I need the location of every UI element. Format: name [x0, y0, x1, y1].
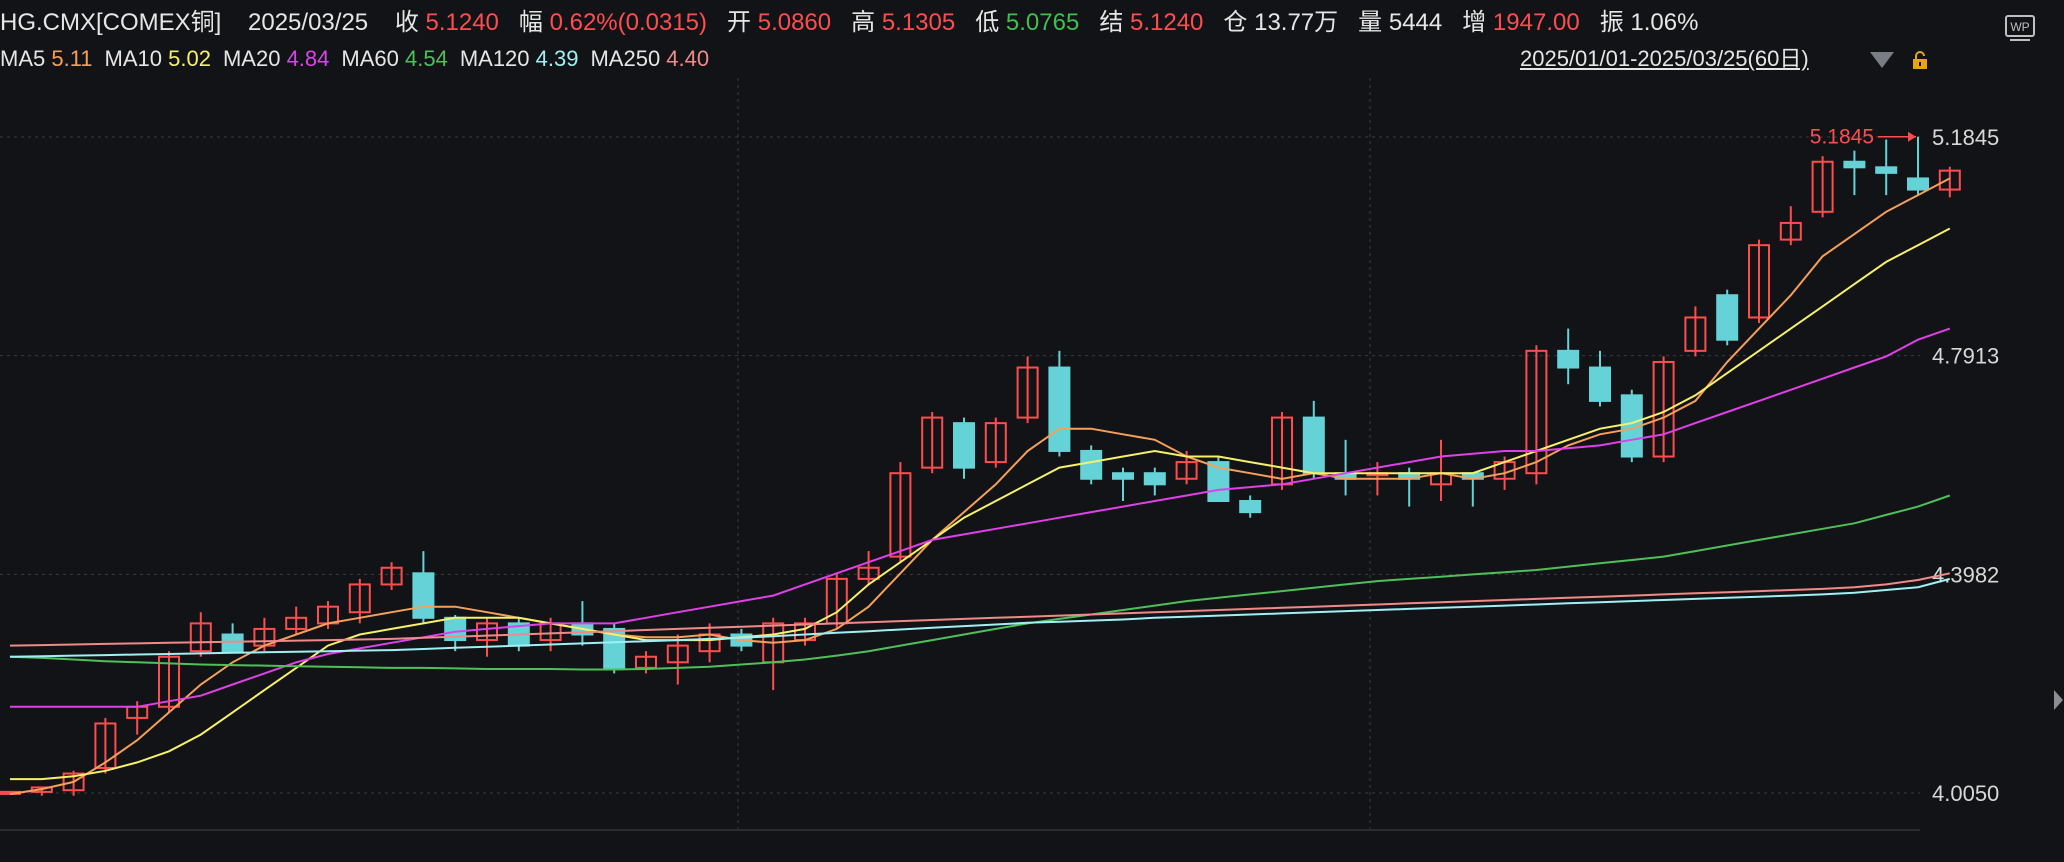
y-tick-label: 5.1845 — [1932, 125, 1999, 150]
candle-body — [1716, 294, 1739, 341]
candle-body — [1907, 177, 1929, 191]
ma-line-ma250 — [9, 572, 1951, 647]
candle-body — [1080, 449, 1103, 480]
candle-body — [1589, 366, 1611, 402]
ma-line-ma60 — [9, 494, 1951, 671]
max-arrow-head — [1908, 131, 1916, 142]
candlestick-chart: 5.18454.79134.39824.00505.1845 — [0, 78, 1999, 831]
candle-body — [1143, 472, 1166, 486]
ma-line-ma20 — [10, 327, 1951, 708]
candle-body — [1112, 472, 1134, 480]
candle-body — [1875, 166, 1898, 174]
kline-chart-panel: HG.CMX[COMEX铜] 2025/03/25 收 5.1240 幅 0.6… — [0, 0, 2064, 862]
candle-body — [221, 633, 244, 653]
candle-body — [1843, 160, 1866, 169]
candle-body — [412, 572, 435, 619]
candle-body — [1048, 366, 1071, 452]
ma-line-ma10 — [10, 227, 1951, 781]
ma-line-ma5 — [9, 177, 1951, 796]
y-tick-label: 4.0050 — [1932, 781, 1999, 806]
candle-body — [1557, 349, 1580, 369]
max-price-label: 5.1845 — [1810, 126, 1874, 149]
candle-body — [1302, 416, 1325, 475]
candle-body — [1239, 500, 1262, 514]
y-tick-label: 4.7913 — [1932, 344, 1999, 369]
candle-body — [953, 422, 975, 469]
